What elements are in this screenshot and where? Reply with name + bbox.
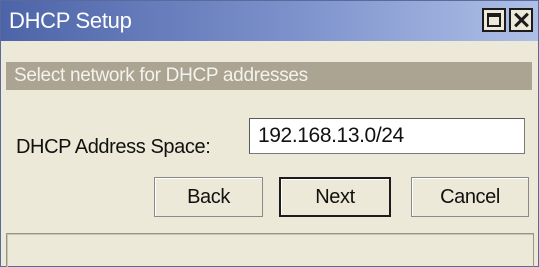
dhcp-setup-window: DHCP Setup Select network for DHCP addre…	[0, 0, 539, 267]
cancel-button[interactable]: Cancel	[411, 177, 529, 217]
dhcp-address-space-input[interactable]	[249, 118, 525, 154]
title-bar[interactable]: DHCP Setup	[1, 1, 538, 41]
status-bar	[6, 233, 534, 267]
dhcp-address-space-label: DHCP Address Space:	[16, 136, 211, 158]
close-icon[interactable]	[509, 8, 533, 32]
window-title: DHCP Setup	[9, 8, 132, 33]
next-button[interactable]: Next	[279, 177, 391, 217]
instruction-banner: Select network for DHCP addresses	[6, 62, 532, 90]
back-button[interactable]: Back	[154, 177, 263, 217]
maximize-icon[interactable]	[482, 8, 506, 32]
instruction-text: Select network for DHCP addresses	[14, 65, 308, 86]
